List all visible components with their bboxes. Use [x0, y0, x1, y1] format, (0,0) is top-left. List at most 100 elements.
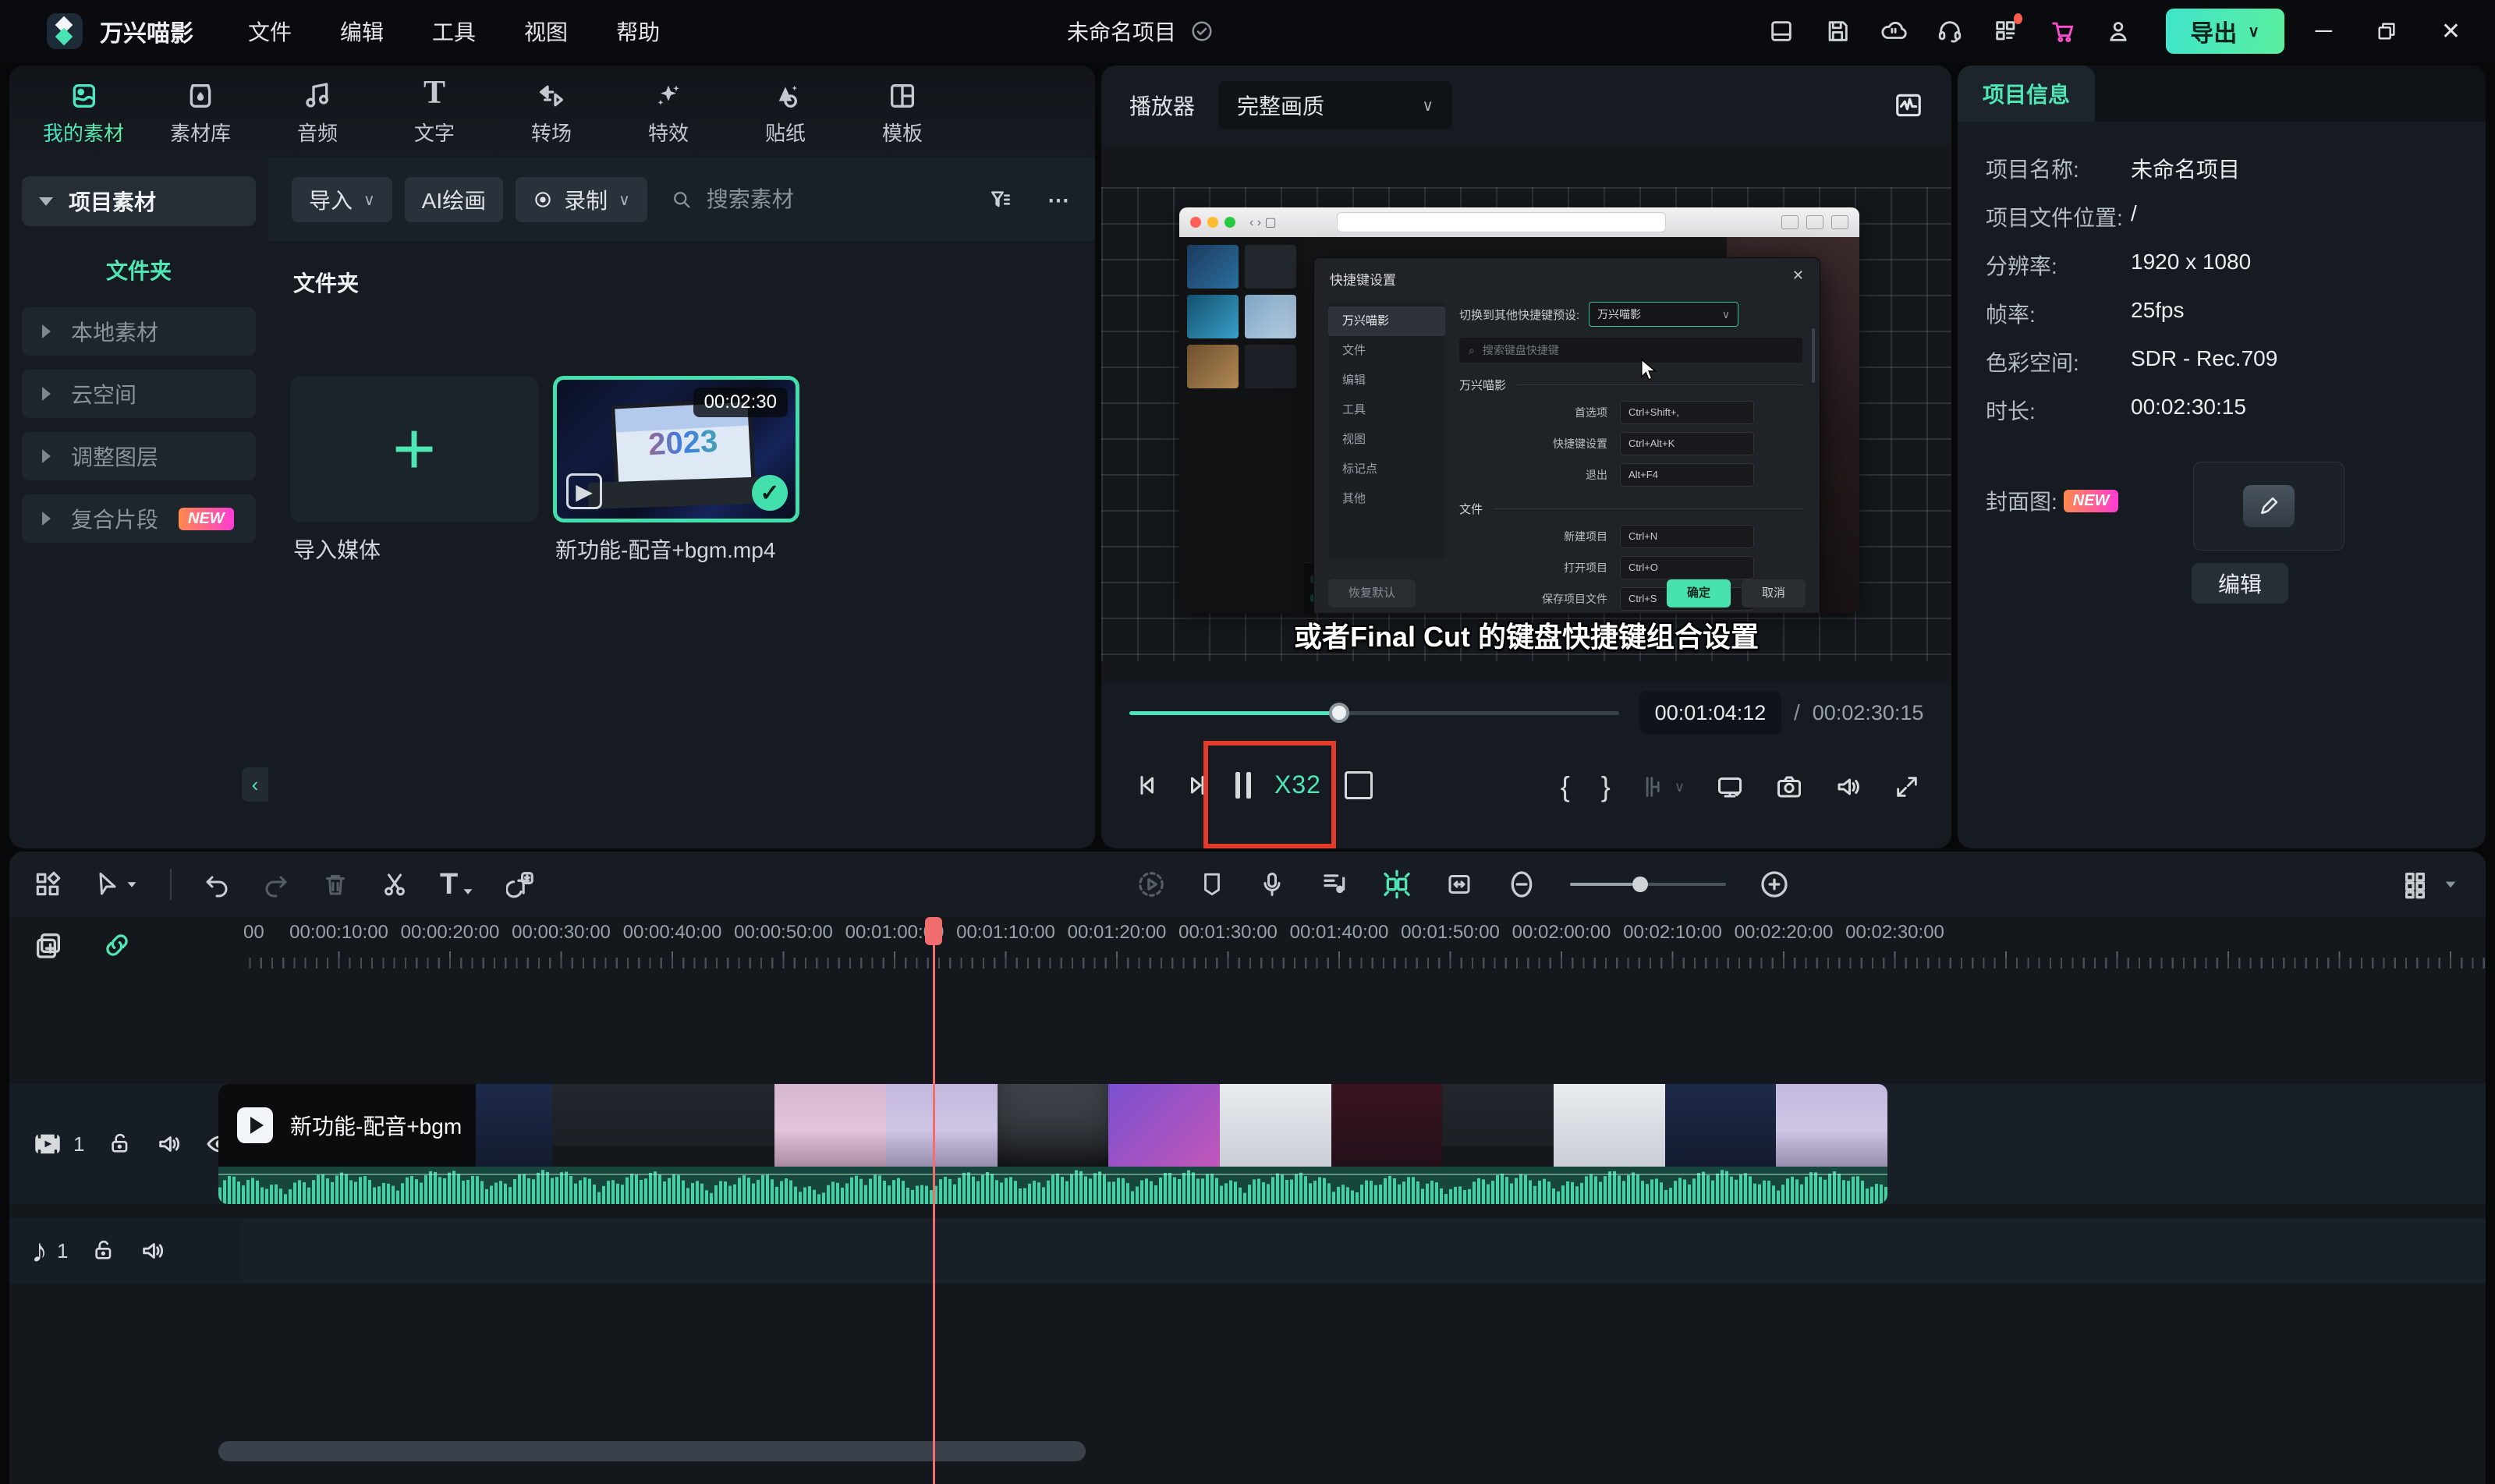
tab-project-info[interactable]: 项目信息 [1958, 66, 2095, 122]
media-overlay-icon[interactable] [33, 870, 62, 899]
pencil-icon[interactable] [2243, 485, 2295, 527]
mark-out-icon[interactable]: } [1601, 770, 1611, 803]
add-track-icon[interactable] [33, 930, 64, 961]
render-preview-icon[interactable] [1136, 870, 1166, 899]
export-button[interactable]: 导出 ∨ [2166, 9, 2284, 54]
zoom-in-icon[interactable] [1759, 869, 1790, 900]
dialog-scrollbar[interactable] [1812, 328, 1815, 383]
menu-帮助[interactable]: 帮助 [616, 16, 660, 47]
cloud-upload-icon[interactable] [1880, 18, 1907, 44]
tab-音频[interactable]: 音频 [259, 66, 376, 158]
mark-in-icon[interactable]: { [1561, 770, 1570, 803]
dialog-close-icon[interactable]: ✕ [1792, 267, 1804, 284]
film-track-icon[interactable] [31, 1128, 64, 1160]
dialog-category-标记点[interactable]: 标记点 [1328, 455, 1445, 484]
scissors-icon[interactable] [381, 870, 409, 898]
trash-icon[interactable] [321, 870, 349, 898]
cart-icon[interactable] [2049, 18, 2075, 44]
select-tool-icon[interactable] [94, 870, 139, 898]
sidebar-item-云空间[interactable]: 云空间 [22, 370, 256, 418]
menu-工具[interactable]: 工具 [432, 16, 476, 47]
tab-模板[interactable]: 模板 [844, 66, 961, 158]
timeline-zoom-slider[interactable] [1570, 883, 1726, 886]
prev-frame-icon[interactable] [1132, 771, 1161, 799]
sidebar-item-复合片段[interactable]: 复合片段NEW [22, 494, 256, 543]
zoom-slider-handle[interactable] [1632, 877, 1648, 892]
speech-to-text-icon[interactable] [506, 870, 536, 899]
menu-文件[interactable]: 文件 [248, 16, 292, 47]
volume-icon[interactable] [1834, 773, 1862, 801]
shortcut-key-field[interactable]: Ctrl+Alt+K [1620, 432, 1754, 455]
mic-icon[interactable] [1258, 870, 1286, 898]
tab-我的素材[interactable]: 我的素材 [25, 66, 142, 158]
marker-icon[interactable] [1199, 871, 1225, 898]
shortcut-key-field[interactable]: Alt+F4 [1620, 463, 1754, 487]
import-button[interactable]: 导入∨ [292, 177, 392, 222]
sidebar-item-folder-selected[interactable]: 文件夹 [9, 250, 268, 293]
sidebar-item-调整图层[interactable]: 调整图层 [22, 432, 256, 480]
dialog-category-文件[interactable]: 文件 [1328, 336, 1445, 366]
import-media-tile[interactable]: + [290, 376, 538, 522]
split-mode-icon[interactable] [1381, 869, 1412, 900]
media-search[interactable] [671, 186, 976, 213]
seek-bar[interactable] [1129, 711, 1619, 715]
user-icon[interactable] [2105, 18, 2132, 44]
dialog-category-其他[interactable]: 其他 [1328, 484, 1445, 514]
quality-dropdown[interactable]: 完整画质 ∨ [1218, 81, 1452, 129]
tab-特效[interactable]: 特效 [610, 66, 727, 158]
menu-视图[interactable]: 视图 [524, 16, 568, 47]
speaker-icon[interactable] [156, 1131, 183, 1157]
apps-icon[interactable] [1993, 18, 2019, 44]
layout-icon[interactable] [1768, 18, 1795, 44]
undo-icon[interactable] [203, 870, 231, 898]
dialog-search[interactable]: ⌕ 搜索键盘快捷键 [1459, 338, 1802, 363]
save-icon[interactable] [1824, 18, 1851, 44]
record-button[interactable]: 录制∨ [516, 177, 647, 222]
dialog-category-工具[interactable]: 工具 [1328, 395, 1445, 425]
speaker-icon[interactable] [140, 1238, 166, 1264]
display-device-icon[interactable] [1716, 773, 1744, 801]
close-icon[interactable]: ✕ [2441, 18, 2461, 45]
ai-paint-button[interactable]: AI绘画 [405, 177, 503, 222]
sidebar-collapse-button[interactable]: ‹ [242, 767, 268, 802]
snapshot-icon[interactable] [1775, 773, 1803, 801]
link-icon[interactable] [101, 930, 133, 961]
shortcut-key-field[interactable]: Ctrl+Shift+, [1620, 401, 1754, 424]
redo-icon[interactable] [262, 870, 290, 898]
playhead[interactable] [933, 917, 935, 1484]
shortcut-key-field[interactable]: Ctrl+O [1620, 556, 1754, 579]
lock-open-icon[interactable] [108, 1132, 133, 1156]
headset-icon[interactable] [1937, 18, 1963, 44]
sidebar-group-project-assets[interactable]: 项目素材 [22, 176, 256, 226]
trim-icon[interactable]: ∨ [1642, 774, 1685, 800]
timeline-ruler[interactable]: 00:00:0000:00:10:0000:00:20:0000:00:30:0… [218, 917, 2486, 973]
preset-select[interactable]: 万兴喵影∨ [1589, 302, 1738, 327]
timeline-video-clip[interactable]: 新功能-配音+bgm [218, 1084, 1887, 1204]
text-tool-icon[interactable]: T [440, 868, 475, 901]
fit-timeline-icon[interactable] [1445, 870, 1473, 898]
restore-default-button[interactable]: 恢复默认 [1328, 579, 1416, 607]
tab-文字[interactable]: T文字 [376, 66, 493, 158]
app-logo-icon[interactable] [47, 13, 83, 49]
tab-贴纸[interactable]: 贴纸 [727, 66, 844, 158]
menu-编辑[interactable]: 编辑 [340, 16, 384, 47]
minimize-icon[interactable]: ─ [2316, 18, 2332, 44]
timeline-scrollbar[interactable] [218, 1441, 1086, 1461]
sidebar-item-本地素材[interactable]: 本地素材 [22, 307, 256, 356]
stop-icon[interactable] [1345, 771, 1373, 799]
seek-handle[interactable] [1329, 703, 1349, 723]
ok-button[interactable]: 确定 [1667, 579, 1731, 607]
shortcut-key-field[interactable]: Ctrl+N [1620, 525, 1754, 548]
waveform-monitor-icon[interactable] [1894, 90, 1923, 120]
tab-转场[interactable]: 转场 [493, 66, 610, 158]
cancel-button[interactable]: 取消 [1742, 579, 1806, 607]
playhead-handle[interactable] [925, 917, 942, 945]
fullscreen-icon[interactable] [1894, 774, 1920, 800]
note-icon[interactable]: ♪ [31, 1232, 48, 1270]
track-manage-icon[interactable] [2401, 869, 2433, 900]
edit-cover-button[interactable]: 编辑 [2192, 563, 2288, 604]
zoom-out-icon[interactable] [1506, 869, 1537, 900]
restore-icon[interactable] [2376, 20, 2398, 42]
preview-canvas[interactable]: ‹ › ▢ 快捷键设置 ✕ 万兴喵影文件编辑工具视图标记点其他 [1101, 145, 1951, 682]
cover-image-placeholder[interactable] [2193, 462, 2344, 551]
